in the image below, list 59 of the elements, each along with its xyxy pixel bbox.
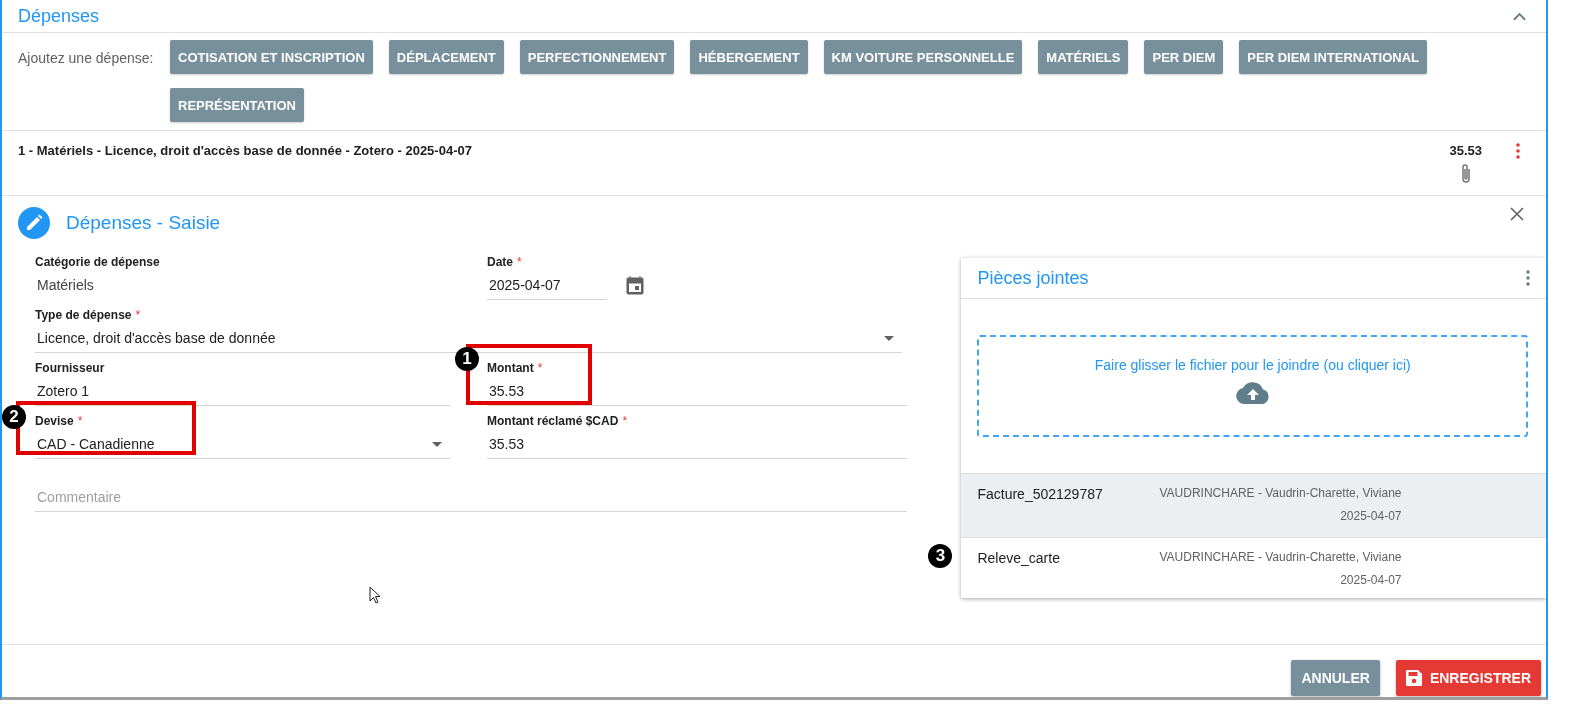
input-field[interactable]: Zotero 1 bbox=[35, 377, 450, 406]
more-options-icon[interactable] bbox=[1516, 143, 1520, 159]
more-options-icon[interactable] bbox=[1526, 270, 1530, 286]
cloud-upload-icon bbox=[1234, 381, 1271, 405]
required-mark: * bbox=[622, 414, 628, 428]
caret-icon bbox=[432, 441, 442, 447]
field-label: Montant réclamé $CAD bbox=[487, 414, 619, 428]
save-button[interactable]: ENREGISTRER bbox=[1395, 660, 1541, 696]
editor-title: Dépenses - Saisie bbox=[66, 212, 222, 234]
required-mark: * bbox=[135, 308, 141, 322]
add-expense-label: Ajoutez une dépense: bbox=[18, 49, 155, 68]
category-button[interactable]: HÉBERGEMENT bbox=[690, 40, 808, 74]
category-button[interactable]: PER DIEM bbox=[1144, 40, 1224, 74]
select-field[interactable]: Licence, droit d'accès base de donnée bbox=[35, 324, 902, 353]
required-mark: * bbox=[517, 255, 522, 269]
select-field[interactable]: CAD - Canadienne bbox=[35, 430, 450, 459]
expense-description: 1 - Matériels - Licence, droit d'accès base de donnée - Zotero - 2025-04-07 bbox=[18, 143, 473, 158]
field-label: Type de dépense bbox=[35, 308, 132, 322]
attachment-row[interactable]: Facture_502129787 VAUDRINCHARE - Vaudrin-Charette, Viviane 2025-04-07 bbox=[961, 473, 1546, 537]
file-date: 2025-04-07 bbox=[1340, 573, 1402, 587]
field-label: Devise bbox=[35, 414, 74, 428]
field-label: Catégorie de dépense bbox=[35, 255, 160, 269]
file-owner: VAUDRINCHARE - Vaudrin-Charette, Viviane bbox=[1159, 486, 1402, 500]
file-name: Facture_502129787 bbox=[977, 486, 1104, 504]
input-field[interactable]: 2025-04-07 bbox=[487, 271, 607, 300]
file-name: Releve_carte bbox=[977, 550, 1061, 568]
caret-icon bbox=[884, 335, 894, 341]
file-owner: VAUDRINCHARE - Vaudrin-Charette, Viviane bbox=[1159, 550, 1402, 564]
field-label: Montant bbox=[487, 361, 534, 375]
dropzone-text: Faire glisser le fichier pour le joindre (ou cliquer ici) bbox=[1094, 357, 1411, 373]
section-title: Dépenses bbox=[18, 5, 100, 27]
expense-amount: 35.53 bbox=[1449, 143, 1482, 158]
field-label: Fournisseur bbox=[35, 361, 105, 375]
comment-field[interactable]: Commentaire bbox=[35, 483, 907, 512]
category-button[interactable]: MATÉRIELS bbox=[1038, 40, 1129, 74]
category-button[interactable]: DÉPLACEMENT bbox=[388, 40, 504, 74]
mouse-cursor-icon bbox=[369, 586, 381, 604]
required-mark: * bbox=[77, 414, 83, 428]
input-field[interactable]: 35.53 bbox=[487, 377, 907, 406]
attachments-title: Pièces jointes bbox=[977, 267, 1089, 289]
calendar-icon[interactable] bbox=[626, 275, 644, 295]
required-mark: * bbox=[537, 361, 543, 375]
close-icon[interactable] bbox=[1510, 207, 1524, 221]
callout-number: 2 bbox=[2, 405, 26, 429]
callout-number: 3 bbox=[928, 544, 953, 568]
pencil-icon bbox=[18, 207, 50, 239]
category-button[interactable]: PER DIEM INTERNATIONAL bbox=[1239, 40, 1427, 74]
callout-number: 1 bbox=[455, 347, 479, 371]
file-date: 2025-04-07 bbox=[1340, 509, 1402, 523]
field-value: Matériels bbox=[36, 276, 94, 293]
category-button[interactable]: PERFECTIONNEMENT bbox=[519, 40, 675, 74]
chevron-icon[interactable] bbox=[1513, 11, 1526, 21]
category-button[interactable]: REPRÉSENTATION bbox=[170, 88, 304, 122]
cancel-button[interactable]: ANNULER bbox=[1291, 660, 1380, 696]
file-dropzone[interactable]: Faire glisser le fichier pour le joindre (ou cliquer ici) bbox=[977, 335, 1528, 437]
field-label: Date bbox=[487, 255, 513, 269]
input-field[interactable]: 35.53 bbox=[487, 430, 907, 459]
category-button[interactable]: COTISATION ET INSCRIPTION bbox=[170, 40, 373, 74]
category-button[interactable]: KM VOITURE PERSONNELLE bbox=[823, 40, 1023, 74]
